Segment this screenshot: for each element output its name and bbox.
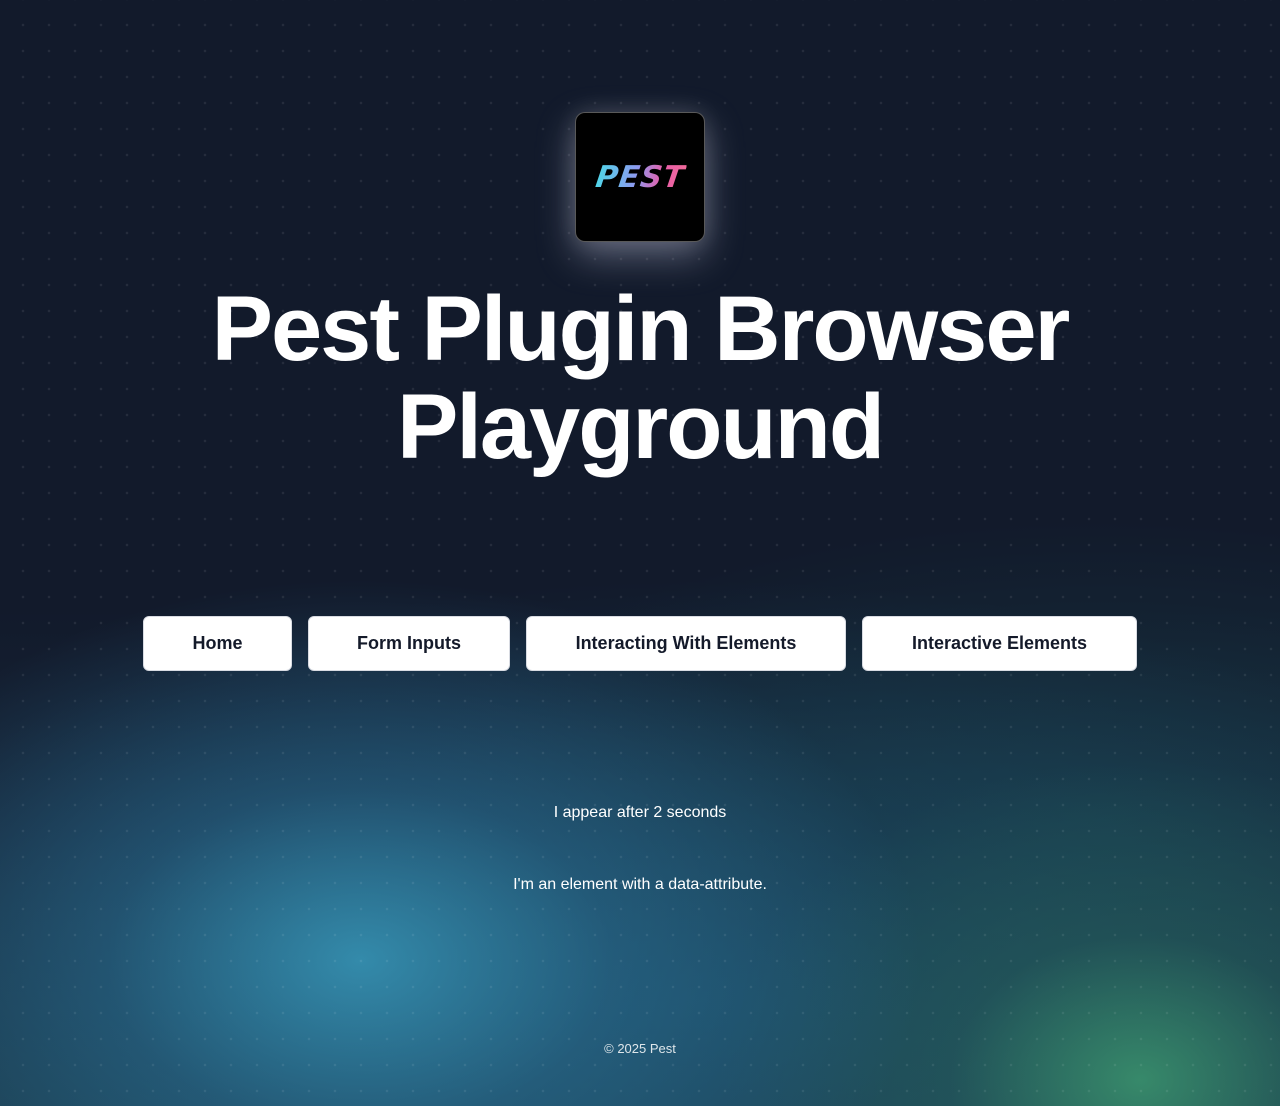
- data-attribute-message: I'm an element with a data-attribute.: [513, 876, 767, 893]
- page-title-line2: Playground: [396, 376, 885, 478]
- page-title: Pest Plugin Browser Playground: [0, 280, 1280, 476]
- nav-form-inputs-button[interactable]: Form Inputs: [308, 616, 510, 671]
- nav-interactive-elements-button[interactable]: Interactive Elements: [862, 616, 1137, 671]
- nav-interacting-with-elements-button[interactable]: Interacting With Elements: [526, 616, 846, 671]
- page: PEST Pest Plugin Browser Playground Home…: [0, 0, 1280, 1106]
- pest-logo-text: PEST: [593, 159, 687, 195]
- page-title-line1: Pest Plugin Browser: [211, 278, 1071, 380]
- pest-logo: PEST: [575, 112, 705, 242]
- footer-copyright: © 2025 Pest: [604, 1041, 676, 1056]
- delayed-message: I appear after 2 seconds: [553, 804, 727, 821]
- main-nav: Home Form Inputs Interacting With Elemen…: [0, 616, 1280, 671]
- nav-home-button[interactable]: Home: [143, 616, 292, 671]
